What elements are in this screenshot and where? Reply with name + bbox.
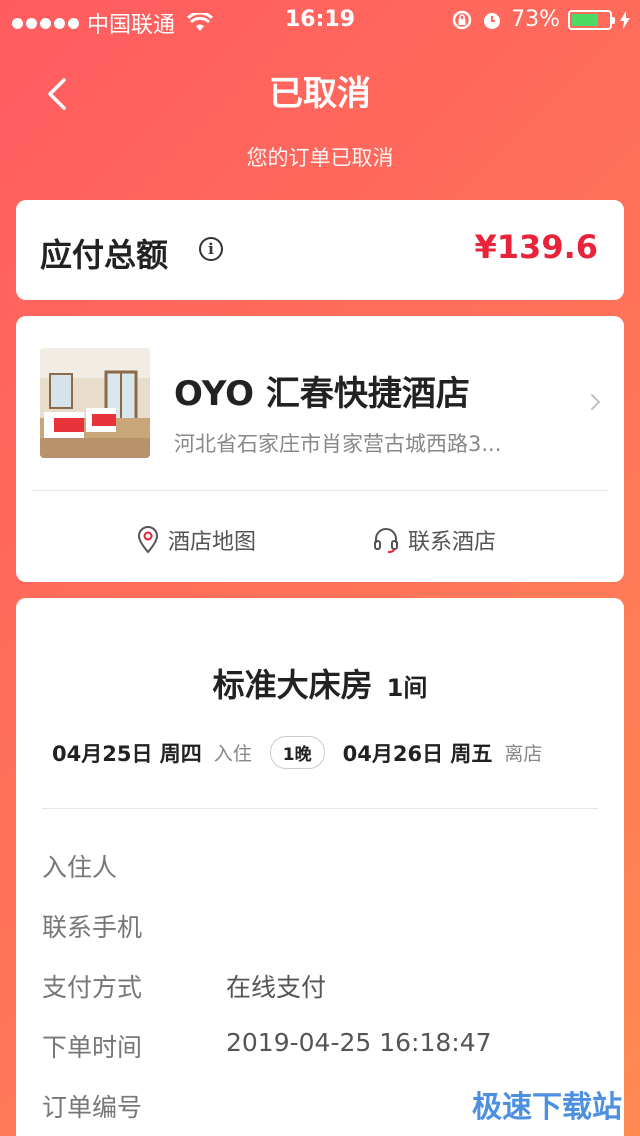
room-card: 标准大床房 1间 04月25日 周四 入住 1晚 04月26日 周五 离店 入住人… [16,598,624,1136]
contact-hotel-button[interactable]: 联系酒店 [372,524,496,556]
alarm-icon [484,12,501,29]
stay-dates: 04月25日 周四 入住 1晚 04月26日 周五 离店 [52,736,542,769]
divider [42,808,598,809]
payment-method-row: 支付方式 在线支付 [42,968,326,1004]
battery-percent: 73% [511,7,560,32]
room-type: 标准大床房 [212,666,373,704]
phone-row: 联系手机 [42,908,226,944]
payment-method-label: 支付方式 [42,973,143,1002]
divider [32,490,608,491]
nights-badge: 1晚 [269,736,325,769]
hotel-map-button[interactable]: 酒店地图 [136,524,256,556]
order-number-label: 订单编号 [42,1093,143,1122]
checkin-date: 04月25日 周四 [52,741,202,766]
order-time-label: 下单时间 [42,1033,143,1062]
hotel-card: OYO 汇春快捷酒店 河北省石家庄市肖家营古城西路3... 酒店地图 联系酒店 [16,316,624,582]
battery-icon [568,9,615,30]
watermark: 极速下载站 [472,1090,622,1125]
status-right: 73% [451,7,630,32]
info-icon[interactable]: i [199,237,223,261]
chevron-right-icon[interactable] [588,390,604,414]
guest-label: 入住人 [42,853,118,882]
room-count: 1间 [386,674,428,702]
checkout-date: 04月26日 周五 [342,741,493,766]
total-amount: ¥139.6 [474,228,598,266]
checkout-label: 离店 [504,743,543,765]
status-bar: 中国联通 16:19 73% [0,0,640,40]
contact-hotel-label: 联系酒店 [408,530,497,555]
order-time-value: 2019-04-25 16:18:47 [226,1028,492,1057]
headset-icon [374,528,398,553]
charging-icon [620,10,630,29]
hotel-map-label: 酒店地图 [168,530,257,555]
total-label: 应付总额 [40,236,169,274]
page-title: 已取消 [269,74,371,114]
room-header: 标准大床房 1间 [16,660,624,706]
payment-method-value: 在线支付 [226,973,327,1002]
order-time-row: 下单时间 2019-04-25 16:18:47 [42,1028,492,1064]
orientation-lock-icon [452,10,472,29]
location-pin-icon [137,526,159,554]
checkin-label: 入住 [213,743,252,765]
page-subtitle: 您的订单已取消 [246,146,394,170]
payment-card: 应付总额 i ¥139.6 [16,200,624,300]
guest-row: 入住人 [42,848,226,884]
hotel-name[interactable]: OYO 汇春快捷酒店 [174,366,470,415]
order-number-row: 订单编号 [42,1088,226,1124]
phone-label: 联系手机 [42,913,143,942]
hotel-address: 河北省石家庄市肖家营古城西路3... [174,432,502,456]
hotel-thumbnail[interactable] [40,348,150,458]
